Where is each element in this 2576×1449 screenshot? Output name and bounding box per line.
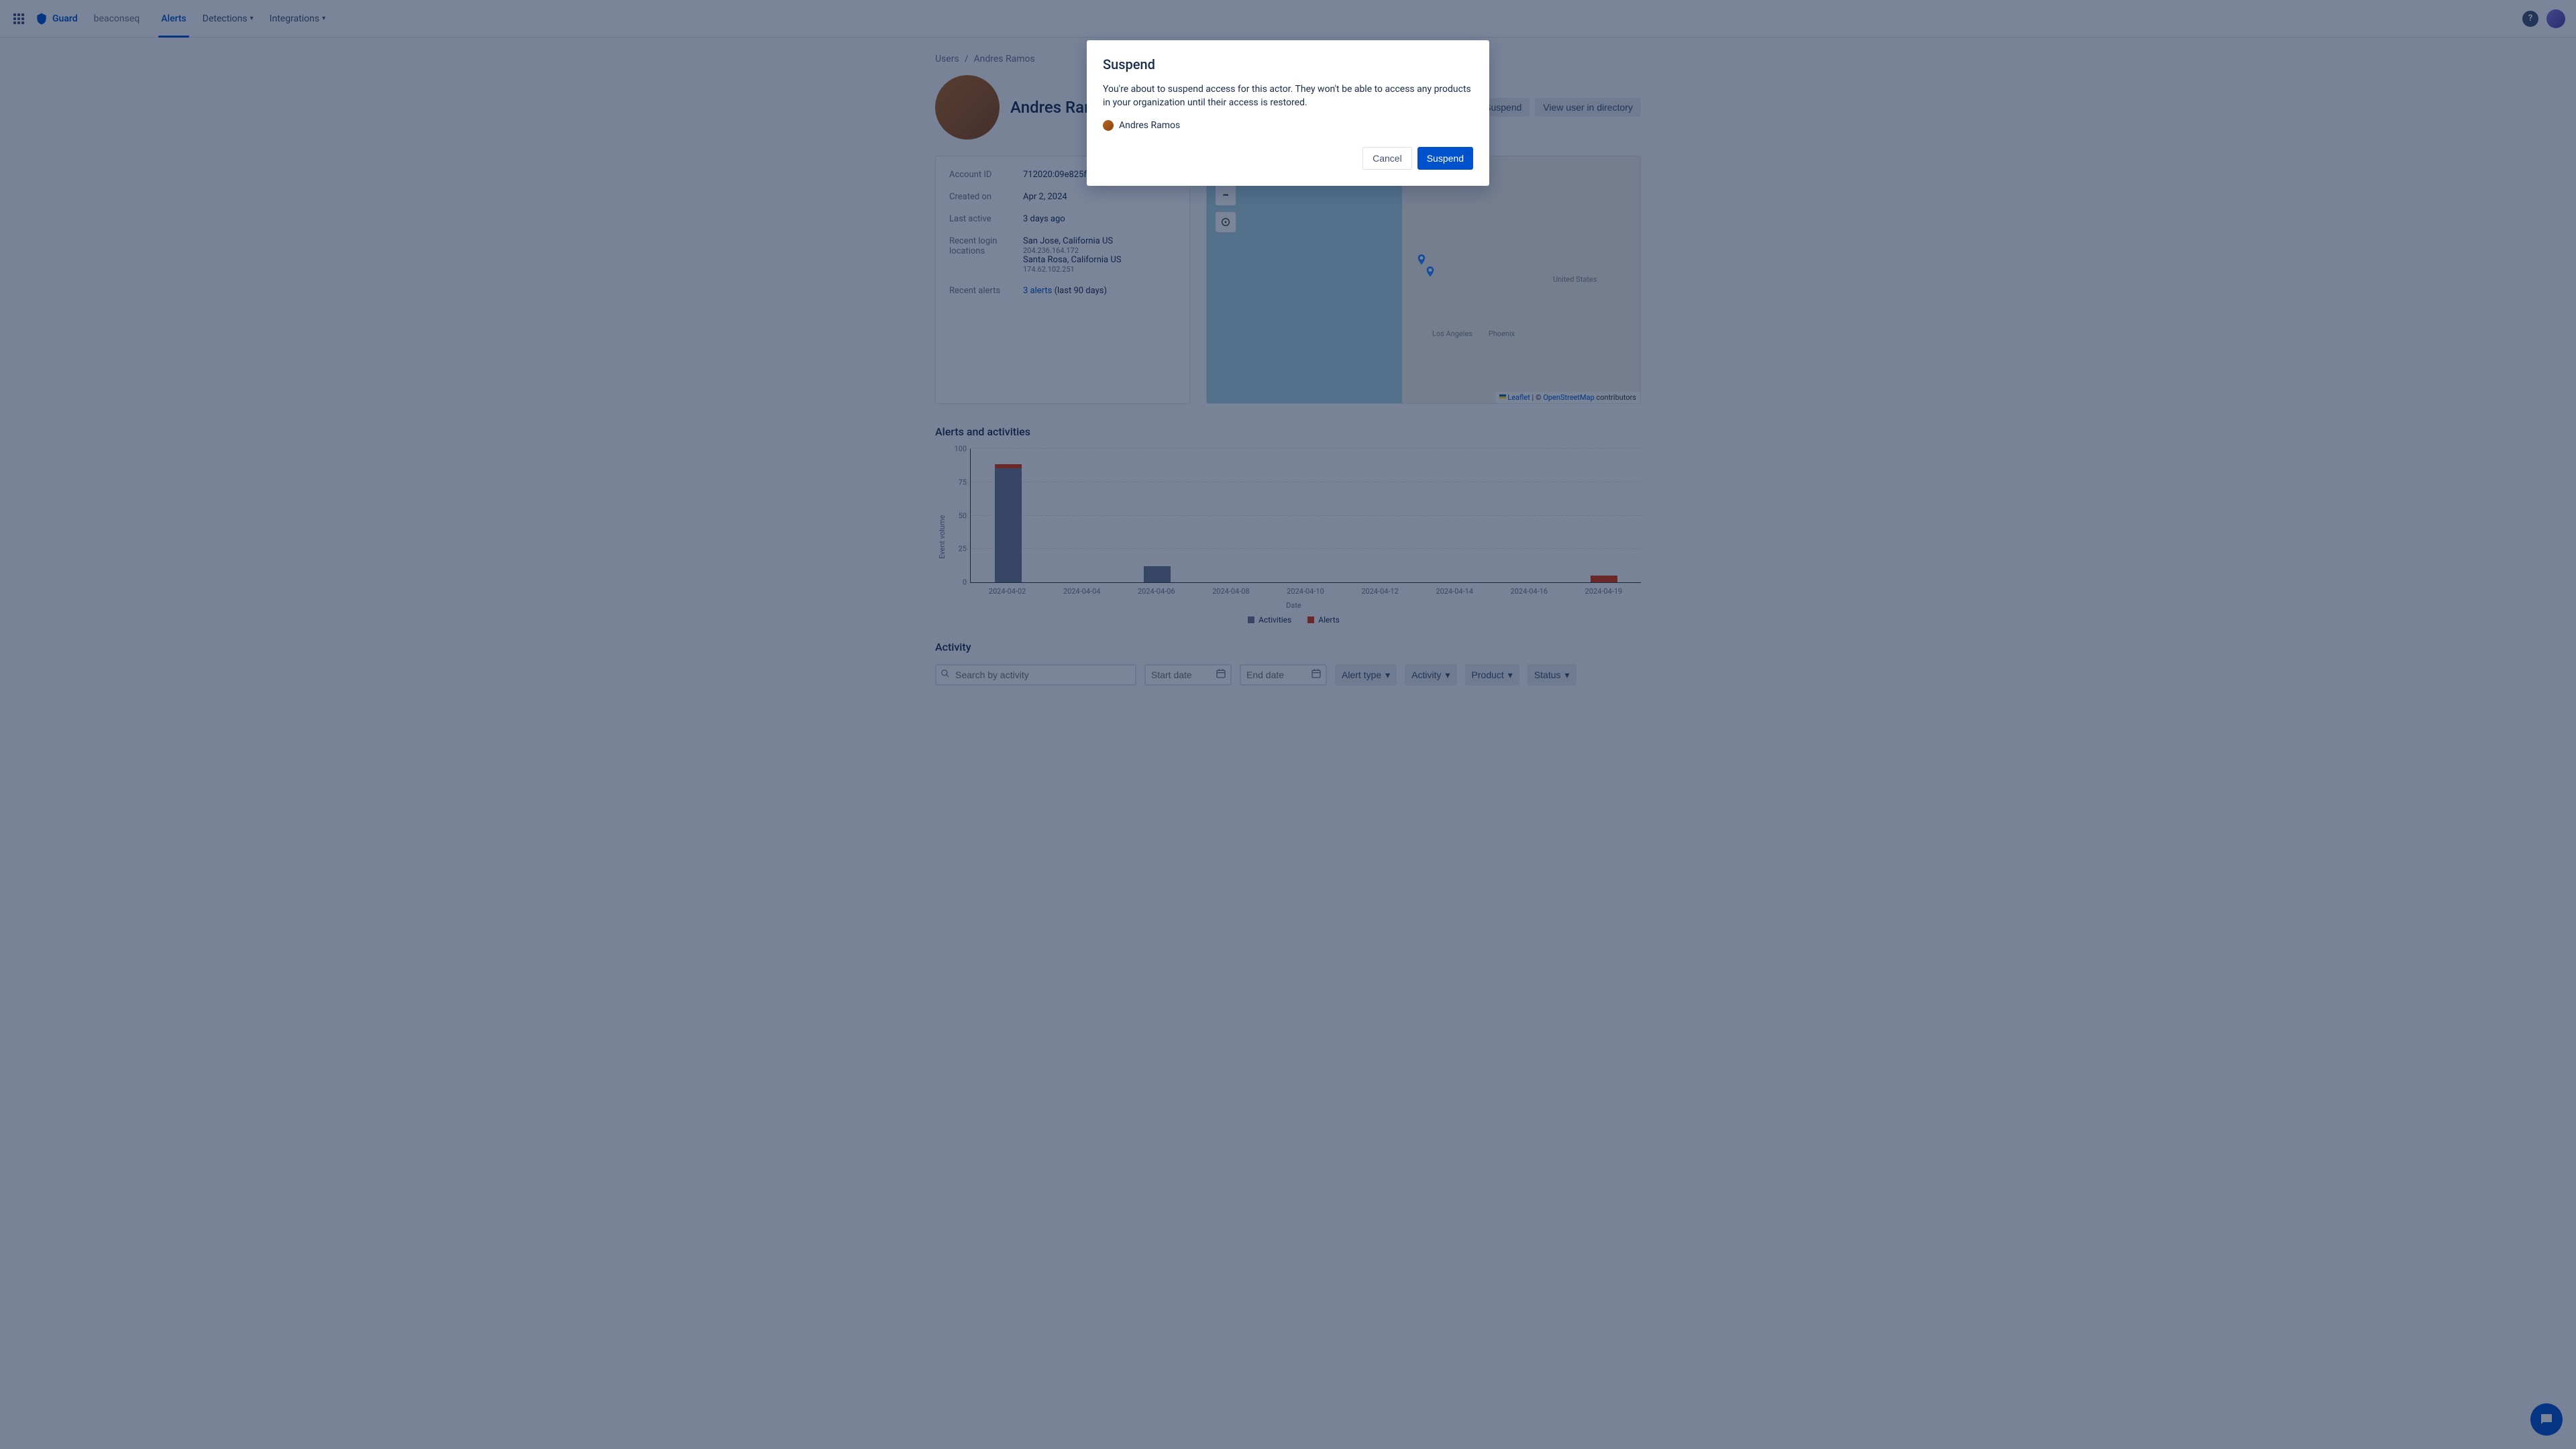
modal-user-row: Andres Ramos xyxy=(1103,120,1473,131)
modal-overlay[interactable]: Suspend You're about to suspend access f… xyxy=(0,0,2576,1449)
confirm-suspend-button[interactable]: Suspend xyxy=(1417,147,1473,170)
modal-actions: Cancel Suspend xyxy=(1103,147,1473,170)
modal-user-avatar xyxy=(1103,120,1114,131)
suspend-modal: Suspend You're about to suspend access f… xyxy=(1087,40,1489,186)
modal-user-name: Andres Ramos xyxy=(1119,120,1180,131)
modal-body: You're about to suspend access for this … xyxy=(1103,83,1473,109)
cancel-button[interactable]: Cancel xyxy=(1362,147,1412,170)
modal-title: Suspend xyxy=(1103,56,1473,72)
